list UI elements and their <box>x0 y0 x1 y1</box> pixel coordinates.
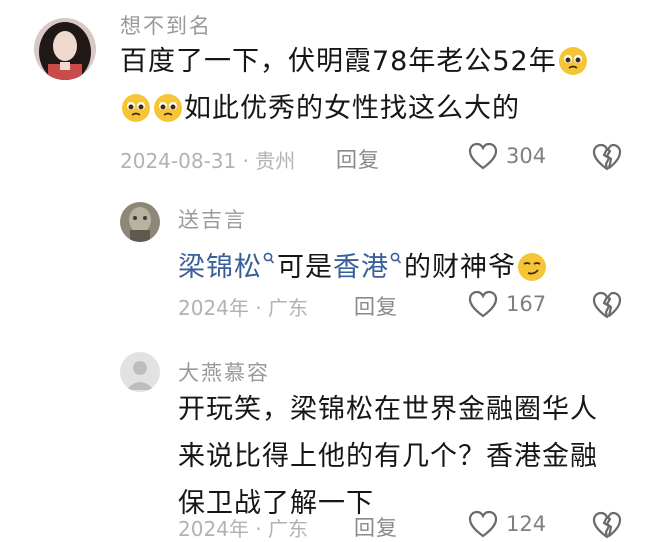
comment-text: 开玩笑，梁锦松在世界金融圈华人 来说比得上他的有几个？香港金融 保卫战了解一下 <box>178 386 598 527</box>
like-button[interactable]: 304 <box>468 142 546 170</box>
pleading-face-icon <box>121 91 151 122</box>
heart-outline-icon <box>468 510 498 538</box>
heart-outline-icon <box>468 290 498 318</box>
search-mini-icon <box>263 234 275 281</box>
avatar[interactable] <box>34 18 96 80</box>
dislike-button[interactable] <box>592 143 622 171</box>
broken-heart-icon <box>592 143 622 171</box>
comment-line-1: 百度了一下，伏明霞78年老公52年 <box>120 46 557 77</box>
dislike-button[interactable] <box>592 291 622 319</box>
topic-link[interactable]: 梁锦松 <box>178 252 262 283</box>
comment-line-2: 来说比得上他的有几个？香港金融 <box>178 441 598 472</box>
like-count: 304 <box>506 144 547 168</box>
like-count: 167 <box>506 292 547 316</box>
comment-meta: 2024年 · 广东 <box>178 296 308 320</box>
heart-outline-icon <box>468 142 498 170</box>
comment-line-2: 如此优秀的女性找这么大的 <box>184 93 520 124</box>
dislike-button[interactable] <box>592 511 622 539</box>
comment-meta: 2024-08-31 · 贵州 <box>120 149 296 173</box>
like-count: 124 <box>506 512 547 536</box>
comment-text-mid: 可是 <box>277 252 333 283</box>
pleading-face-icon <box>153 91 183 122</box>
smirking-face-icon <box>517 250 547 281</box>
broken-heart-icon <box>592 291 622 319</box>
search-mini-icon <box>390 234 402 281</box>
reply-button[interactable]: 回复 <box>354 291 398 321</box>
reply-button[interactable]: 回复 <box>336 144 380 174</box>
username[interactable]: 想不到名 <box>120 10 212 40</box>
comment-line-1: 开玩笑，梁锦松在世界金融圈华人 <box>178 394 598 425</box>
like-button[interactable]: 167 <box>468 290 546 318</box>
topic-link[interactable]: 香港 <box>333 252 389 283</box>
avatar[interactable] <box>120 352 160 392</box>
like-button[interactable]: 124 <box>468 510 546 538</box>
broken-heart-icon <box>592 511 622 539</box>
comment-text: 梁锦松 可是香港 的财神爷 <box>178 234 548 291</box>
avatar[interactable] <box>120 202 160 242</box>
comment-text: 百度了一下，伏明霞78年老公52年 如此优秀的女性找这么大的 <box>120 38 589 132</box>
username[interactable]: 送吉言 <box>178 204 247 234</box>
username[interactable]: 大燕慕容 <box>178 357 270 387</box>
pleading-face-icon <box>558 44 588 75</box>
comment-text-tail: 的财神爷 <box>404 252 516 283</box>
